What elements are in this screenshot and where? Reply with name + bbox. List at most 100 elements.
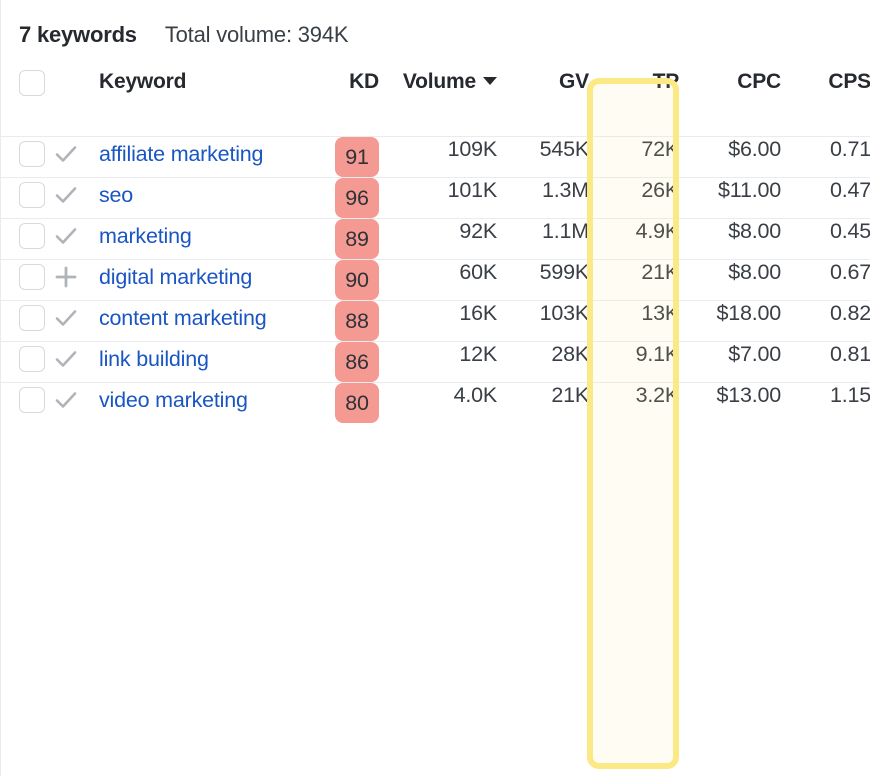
cpc-cell: $13.00	[679, 382, 781, 423]
tp-cell: 13K	[589, 300, 679, 341]
keyword-cell: link building	[99, 341, 307, 382]
keyword-link[interactable]: video marketing	[99, 383, 307, 417]
cpc-cell: $11.00	[679, 177, 781, 218]
gv-cell: 103K	[497, 300, 589, 341]
row-checkbox[interactable]	[19, 141, 45, 167]
kd-badge: 90	[335, 260, 379, 300]
keyword-cell: digital marketing	[99, 259, 307, 300]
row-select-cell[interactable]	[1, 259, 53, 300]
total-volume-label: Total volume: 394K	[165, 22, 349, 48]
summary-bar: 7 keywords Total volume: 394K	[1, 0, 870, 70]
tp-cell: 9.1K	[589, 341, 679, 382]
row-checkbox[interactable]	[19, 305, 45, 331]
keyword-cell: video marketing	[99, 382, 307, 423]
check-icon[interactable]	[53, 305, 79, 331]
table-row[interactable]: content marketing8816K103K13K$18.000.82	[1, 300, 870, 341]
gv-cell: 21K	[497, 382, 589, 423]
volume-cell: 92K	[379, 218, 497, 259]
row-state-cell[interactable]	[53, 136, 99, 177]
table-body: affiliate marketing91109K545K72K$6.000.7…	[1, 136, 870, 423]
volume-cell: 109K	[379, 136, 497, 177]
keyword-link[interactable]: digital marketing	[99, 260, 307, 294]
cpc-cell: $7.00	[679, 341, 781, 382]
row-state-cell[interactable]	[53, 382, 99, 423]
check-icon[interactable]	[53, 141, 79, 167]
row-checkbox[interactable]	[19, 346, 45, 372]
select-all-checkbox[interactable]	[19, 70, 45, 96]
check-icon[interactable]	[53, 182, 79, 208]
plus-icon[interactable]	[53, 264, 79, 290]
table-row[interactable]: link building8612K28K9.1K$7.000.81	[1, 341, 870, 382]
table-row[interactable]: affiliate marketing91109K545K72K$6.000.7…	[1, 136, 870, 177]
check-icon[interactable]	[53, 223, 79, 249]
column-header-volume-label: Volume	[403, 70, 476, 93]
keyword-link[interactable]: affiliate marketing	[99, 137, 307, 171]
keyword-link[interactable]: link building	[99, 342, 307, 376]
tp-cell: 3.2K	[589, 382, 679, 423]
sort-desc-icon[interactable]	[483, 77, 497, 85]
check-icon[interactable]	[53, 346, 79, 372]
gv-cell: 1.3M	[497, 177, 589, 218]
keyword-link[interactable]: content marketing	[99, 301, 307, 335]
row-state-cell[interactable]	[53, 177, 99, 218]
column-header-tp[interactable]: TP	[589, 70, 679, 136]
cps-cell: 0.45	[781, 218, 870, 259]
header-row: Keyword KD Volume GV TP CPC CPS	[1, 70, 870, 136]
state-header-cell	[53, 70, 99, 136]
kd-badge: 91	[335, 137, 379, 177]
keywords-table: Keyword KD Volume GV TP CPC CPS affiliat…	[1, 70, 870, 423]
keyword-count-label: 7 keywords	[19, 22, 137, 48]
row-checkbox[interactable]	[19, 223, 45, 249]
cps-cell: 0.47	[781, 177, 870, 218]
kd-cell: 91	[307, 136, 379, 177]
keyword-link[interactable]: marketing	[99, 219, 307, 253]
column-header-cpc[interactable]: CPC	[679, 70, 781, 136]
cps-cell: 0.67	[781, 259, 870, 300]
gv-cell: 1.1M	[497, 218, 589, 259]
kd-cell: 89	[307, 218, 379, 259]
gv-cell: 599K	[497, 259, 589, 300]
column-header-keyword[interactable]: Keyword	[99, 70, 307, 136]
table-row[interactable]: seo96101K1.3M26K$11.000.47	[1, 177, 870, 218]
cpc-cell: $18.00	[679, 300, 781, 341]
row-state-cell[interactable]	[53, 259, 99, 300]
table-row[interactable]: digital marketing9060K599K21K$8.000.67	[1, 259, 870, 300]
row-checkbox[interactable]	[19, 387, 45, 413]
row-select-cell[interactable]	[1, 177, 53, 218]
kd-cell: 86	[307, 341, 379, 382]
table-row[interactable]: marketing8992K1.1M4.9K$8.000.45	[1, 218, 870, 259]
table-row[interactable]: video marketing804.0K21K3.2K$13.001.15	[1, 382, 870, 423]
row-state-cell[interactable]	[53, 341, 99, 382]
cpc-cell: $8.00	[679, 218, 781, 259]
row-checkbox[interactable]	[19, 182, 45, 208]
keyword-cell: seo	[99, 177, 307, 218]
cpc-cell: $6.00	[679, 136, 781, 177]
column-header-kd[interactable]: KD	[307, 70, 379, 136]
row-checkbox[interactable]	[19, 264, 45, 290]
volume-cell: 60K	[379, 259, 497, 300]
row-select-cell[interactable]	[1, 300, 53, 341]
tp-cell: 4.9K	[589, 218, 679, 259]
keyword-link[interactable]: seo	[99, 178, 307, 212]
volume-cell: 16K	[379, 300, 497, 341]
volume-cell: 4.0K	[379, 382, 497, 423]
kd-cell: 96	[307, 177, 379, 218]
check-icon[interactable]	[53, 387, 79, 413]
keyword-cell: marketing	[99, 218, 307, 259]
row-state-cell[interactable]	[53, 300, 99, 341]
row-select-cell[interactable]	[1, 341, 53, 382]
column-header-volume[interactable]: Volume	[379, 70, 497, 136]
select-all-cell[interactable]	[1, 70, 53, 136]
tp-cell: 72K	[589, 136, 679, 177]
column-header-gv[interactable]: GV	[497, 70, 589, 136]
volume-cell: 101K	[379, 177, 497, 218]
row-select-cell[interactable]	[1, 218, 53, 259]
row-select-cell[interactable]	[1, 382, 53, 423]
cps-cell: 1.15	[781, 382, 870, 423]
cps-cell: 0.81	[781, 341, 870, 382]
row-select-cell[interactable]	[1, 136, 53, 177]
row-state-cell[interactable]	[53, 218, 99, 259]
keyword-cell: affiliate marketing	[99, 136, 307, 177]
column-header-cps[interactable]: CPS	[781, 70, 870, 136]
keyword-cell: content marketing	[99, 300, 307, 341]
